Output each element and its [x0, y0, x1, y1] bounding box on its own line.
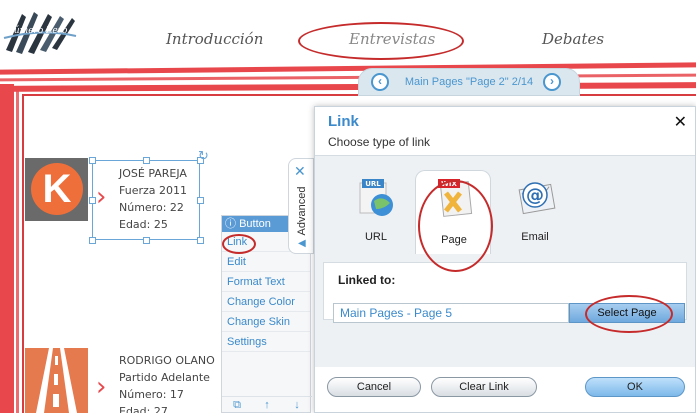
menu-item-format-text[interactable]: Format Text — [222, 272, 310, 292]
candidate-age: Edad: 27 — [119, 405, 168, 413]
url-icon-text: URL — [365, 180, 381, 188]
party-logo-road — [25, 348, 88, 413]
dialog-subtitle: Choose type of link — [328, 135, 431, 149]
annotation-circle — [298, 22, 464, 60]
info-icon: ⓘ — [225, 218, 236, 230]
close-icon[interactable]: ✕ — [674, 112, 687, 132]
link-type-url-label: URL — [364, 231, 387, 243]
linked-page-field[interactable]: Main Pages - Page 5 — [333, 303, 569, 323]
link-type-url[interactable]: URL URL — [337, 170, 413, 252]
menu-item-settings[interactable]: Settings — [222, 332, 310, 352]
decor-stripe — [0, 73, 696, 82]
dialog-title: Link — [328, 113, 359, 130]
selection-box[interactable] — [92, 160, 200, 240]
ok-button[interactable]: OK — [585, 377, 685, 397]
k-icon: K — [31, 163, 83, 215]
menu-item-edit[interactable]: Edit — [222, 252, 310, 272]
candidate-name: RODRIGO OLANO — [119, 354, 215, 367]
resize-handle[interactable] — [89, 157, 96, 164]
party-logo-k: K — [25, 158, 88, 221]
link-type-email-label: Email — [521, 231, 549, 243]
candidate-card: RODRIGO OLANO Partido Adelante Número: 1… — [119, 352, 215, 413]
candidate-number: Número: 17 — [119, 388, 184, 401]
chevron-right-icon: › — [96, 372, 107, 402]
move-down-icon[interactable]: ↓ — [282, 397, 312, 412]
wrench-icon: ✕ — [294, 163, 306, 179]
linked-to-label: Linked to: — [338, 273, 396, 287]
editor-canvas: Número Zero Introducción Entrevistas Deb… — [0, 0, 696, 413]
decor-stripe — [16, 90, 19, 413]
resize-handle[interactable] — [143, 237, 150, 244]
prev-page-button[interactable]: ‹ — [371, 73, 389, 91]
resize-handle[interactable] — [197, 237, 204, 244]
duplicate-icon[interactable]: ⧉ — [222, 397, 252, 412]
link-type-email[interactable]: @ Email — [496, 170, 572, 252]
context-menu-title: Button — [239, 218, 271, 230]
advanced-tab[interactable]: ✕ Advanced ◀ — [288, 158, 314, 254]
menu-item-change-color[interactable]: Change Color — [222, 292, 310, 312]
nav-introduccion[interactable]: Introducción — [166, 30, 263, 48]
annotation-circle — [585, 295, 673, 333]
arrow-left-icon: ◀ — [298, 238, 306, 249]
email-icon: @ — [515, 177, 557, 217]
decor-stripe — [0, 82, 696, 92]
resize-handle[interactable] — [89, 197, 96, 204]
clear-link-button[interactable]: Clear Link — [431, 377, 537, 397]
resize-handle[interactable] — [197, 197, 204, 204]
next-page-button[interactable]: › — [543, 73, 561, 91]
decor-stripe — [0, 62, 696, 75]
cancel-button[interactable]: Cancel — [327, 377, 421, 397]
resize-handle[interactable] — [143, 157, 150, 164]
link-dialog: Link Choose type of link ✕ URL URL WIX P… — [314, 106, 696, 413]
dialog-body: URL URL WIX Page @ Email Linked to: — [315, 155, 695, 367]
rotate-icon[interactable]: ↻ — [198, 148, 212, 163]
nav-debates[interactable]: Debates — [542, 30, 604, 48]
decor-stripe — [0, 84, 14, 413]
annotation-circle — [418, 180, 493, 272]
at-icon-text: @ — [526, 185, 544, 206]
page-navigator: ‹ Main Pages "Page 2" 2/14 › — [358, 68, 580, 96]
globe-icon: URL — [356, 177, 398, 217]
candidate-party: Partido Adelante — [119, 371, 210, 384]
move-up-icon[interactable]: ↑ — [252, 397, 282, 412]
logo-text: Número Zero — [6, 26, 68, 36]
advanced-tab-label: Advanced — [296, 186, 308, 236]
context-menu-toolbar: ⧉ ↑ ↓ — [222, 396, 312, 412]
page-indicator: Main Pages "Page 2" 2/14 — [404, 76, 534, 88]
menu-item-change-skin[interactable]: Change Skin — [222, 312, 310, 332]
site-logo[interactable]: Número Zero — [2, 8, 78, 58]
annotation-circle — [222, 234, 256, 254]
resize-handle[interactable] — [89, 237, 96, 244]
